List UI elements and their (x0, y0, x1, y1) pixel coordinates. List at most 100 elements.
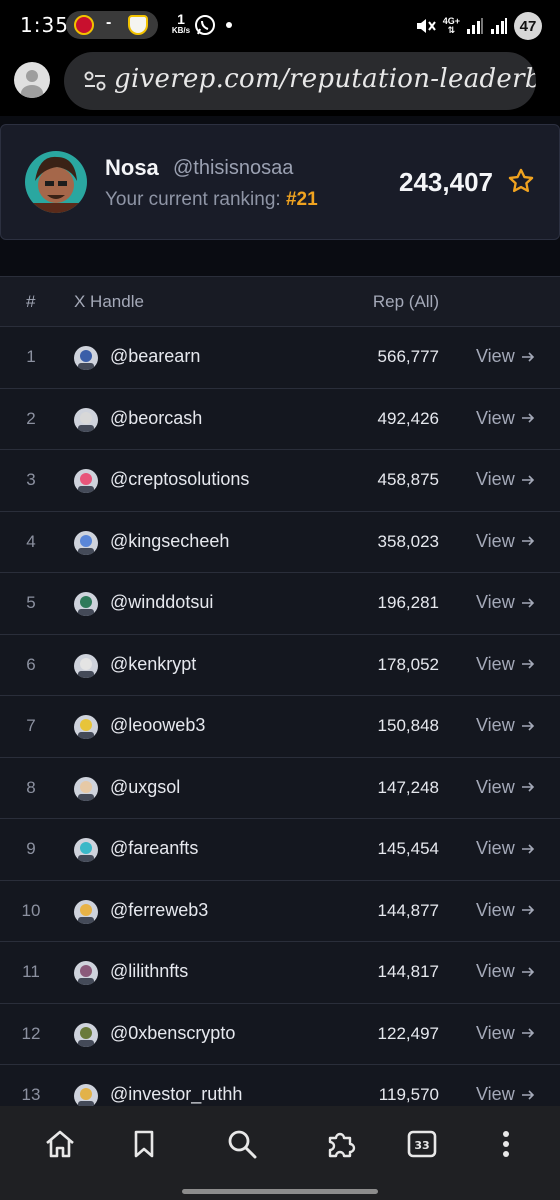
view-link[interactable]: View (476, 531, 535, 552)
view-link[interactable]: View (476, 408, 535, 429)
leaderboard-table: # X Handle Rep (All) 1 @bearearn 566,777 Vi… (0, 276, 560, 1106)
table-row[interactable]: 10 @ferreweb3 144,877 View (0, 881, 560, 942)
row-rank: 4 (26, 531, 36, 551)
arrow-right-icon (521, 597, 534, 608)
row-rep: 492,426 (377, 408, 439, 428)
row-rep: 458,875 (377, 470, 439, 489)
header-rep[interactable]: Rep (All) (373, 292, 439, 312)
view-label: View (476, 776, 515, 797)
row-rep: 358,023 (377, 531, 439, 551)
arrow-right-icon (521, 1028, 534, 1038)
arrow-right-icon (521, 966, 534, 977)
gesture-home-indicator[interactable] (182, 1189, 378, 1194)
tab-switcher-button[interactable]: 33 (402, 1124, 442, 1164)
view-link[interactable]: View (476, 469, 535, 490)
home-button[interactable] (40, 1124, 80, 1164)
star-icon (508, 168, 534, 193)
view-link[interactable]: View (476, 1084, 535, 1105)
view-label: View (476, 838, 515, 858)
row-handle[interactable]: @0xbenscrypto (110, 1023, 235, 1044)
view-link[interactable]: View (476, 346, 535, 367)
live-score-chip: - (66, 11, 158, 39)
row-avatar (74, 1022, 98, 1047)
url-text: giverep.com/reputation-leaderboard (114, 64, 536, 94)
ranking-label: Your current ranking: (105, 189, 281, 210)
more-icon (503, 1131, 509, 1157)
row-handle[interactable]: @kenkrypt (110, 654, 196, 675)
table-row[interactable]: 2 @beorcash 492,426 View (0, 389, 560, 450)
row-handle[interactable]: @winddotsui (110, 592, 213, 613)
view-link[interactable]: View (476, 777, 535, 798)
table-row[interactable]: 11 @lilithnfts 144,817 View (0, 942, 560, 1004)
view-link[interactable]: View (476, 715, 535, 736)
extensions-button[interactable] (320, 1124, 360, 1164)
table-row[interactable]: 6 @kenkrypt 178,052 View (0, 635, 560, 696)
header-rank: # (26, 292, 36, 311)
profile-avatar-button[interactable] (14, 62, 50, 98)
view-link[interactable]: View (476, 592, 535, 613)
row-handle[interactable]: @beorcash (110, 408, 202, 429)
view-link[interactable]: View (476, 838, 535, 859)
search-button[interactable] (222, 1124, 262, 1164)
row-handle[interactable]: @lilithnfts (110, 961, 188, 982)
view-label: View (476, 1022, 515, 1043)
browser-toolbar: 33 (0, 1106, 560, 1200)
address-bar[interactable]: giverep.com/reputation-leaderboard (64, 52, 536, 110)
view-label: View (476, 1084, 515, 1104)
user-name: Nosa (105, 155, 159, 180)
arrow-right-icon (521, 351, 534, 362)
row-handle[interactable]: @investor_ruthh (110, 1084, 242, 1105)
person-icon (21, 70, 43, 98)
row-handle[interactable]: @uxgsol (110, 777, 180, 798)
row-handle[interactable]: @bearearn (110, 346, 200, 367)
row-avatar (74, 592, 98, 616)
view-label: View (476, 592, 515, 612)
view-label: View (476, 961, 515, 981)
row-rep: 119,570 (378, 1085, 439, 1104)
row-rep: 150,848 (377, 716, 439, 735)
bookmark-button[interactable] (124, 1124, 164, 1164)
row-rank: 1 (26, 347, 36, 366)
row-avatar (74, 715, 98, 739)
table-header: # X Handle Rep (All) (0, 277, 560, 327)
row-handle[interactable]: @kingsecheeh (110, 531, 229, 552)
arrow-right-icon (521, 843, 534, 854)
view-link[interactable]: View (476, 900, 535, 921)
arrow-right-icon (521, 782, 534, 792)
row-handle[interactable]: @fareanfts (110, 838, 198, 859)
row-handle[interactable]: @leooweb3 (110, 715, 205, 736)
table-row[interactable]: 8 @uxgsol 147,248 View (0, 758, 560, 819)
table-row[interactable]: 1 @bearearn 566,777 View (0, 327, 560, 389)
score-separator: - (106, 14, 112, 31)
row-rank: 10 (21, 900, 41, 920)
table-row[interactable]: 4 @kingsecheeh 358,023 View (0, 512, 560, 573)
ranking-line: Your current ranking: #21 (105, 189, 318, 211)
view-link[interactable]: View (476, 654, 535, 675)
notification-dot-icon (226, 22, 232, 28)
arrow-right-icon (521, 720, 534, 731)
view-link[interactable]: View (476, 961, 535, 982)
row-rank: 6 (26, 654, 36, 674)
row-avatar (74, 653, 98, 678)
bookmark-icon (134, 1130, 154, 1158)
view-link[interactable]: View (476, 1023, 535, 1044)
table-row[interactable]: 7 @leooweb3 150,848 View (0, 696, 560, 758)
row-rep: 147,248 (377, 777, 439, 797)
table-row[interactable]: 5 @winddotsui 196,281 View (0, 573, 560, 635)
site-settings-icon[interactable] (84, 71, 106, 91)
row-rep: 144,817 (377, 962, 439, 981)
row-handle[interactable]: @creptosolutions (110, 469, 249, 490)
table-row[interactable]: 9 @fareanfts 145,454 View (0, 819, 560, 881)
row-rank: 5 (26, 593, 36, 612)
user-avatar (25, 151, 87, 213)
arrow-right-icon (521, 536, 534, 546)
row-rank: 3 (26, 470, 36, 489)
view-label: View (476, 530, 515, 551)
row-rank: 8 (26, 777, 36, 797)
arrow-right-icon (521, 1089, 534, 1100)
table-row[interactable]: 3 @creptosolutions 458,875 View (0, 450, 560, 512)
more-menu-button[interactable] (486, 1124, 526, 1164)
table-row[interactable]: 12 @0xbenscrypto 122,497 View (0, 1004, 560, 1065)
row-handle[interactable]: @ferreweb3 (110, 900, 208, 921)
table-row[interactable]: 13 @investor_ruthh 119,570 View (0, 1065, 560, 1106)
